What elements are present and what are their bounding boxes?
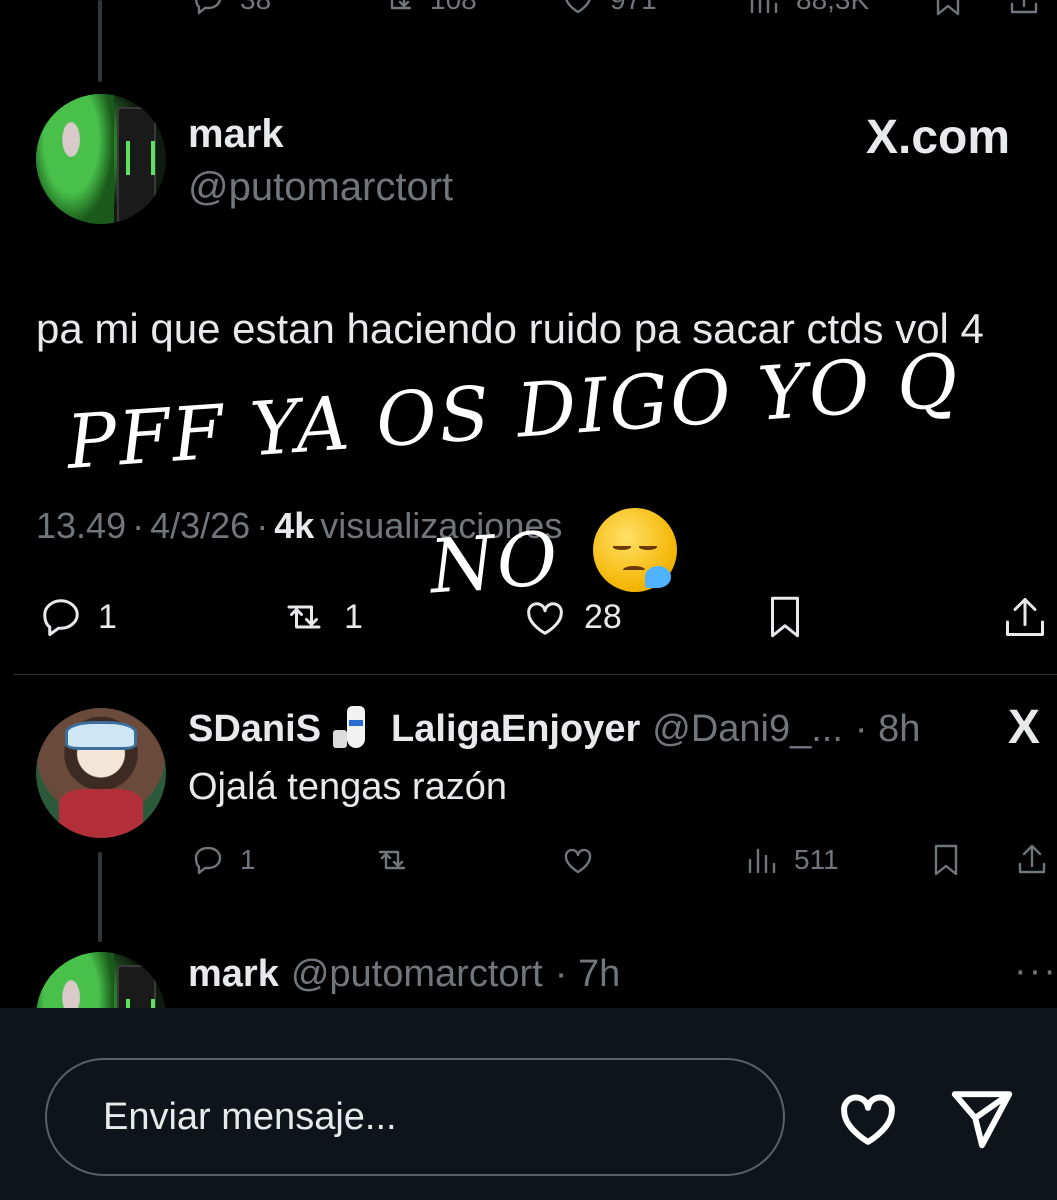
share-icon: [1010, 0, 1038, 14]
repost-count: 1: [344, 597, 363, 636]
bookmark-action[interactable]: [760, 592, 810, 642]
repost-action[interactable]: [372, 840, 412, 880]
repost-action[interactable]: 1: [276, 592, 363, 642]
emoji-mouth: [623, 566, 645, 574]
views-count: 4k: [274, 505, 315, 546]
bookmark-icon: [936, 0, 960, 16]
views-count: 511: [794, 844, 839, 875]
reply-handle[interactable]: @Dani9_...: [652, 708, 843, 751]
share-action[interactable]: [1012, 840, 1052, 880]
next-reply-avatar[interactable]: [36, 952, 166, 1008]
thread-connector-line: [98, 852, 102, 942]
like-count: 971: [610, 0, 657, 16]
share-icon: [1018, 844, 1046, 874]
meta-separator: ·: [256, 505, 269, 546]
like-count: 28: [584, 597, 622, 636]
avatar-art: [36, 94, 114, 224]
heart-icon: [564, 848, 592, 874]
meta-separator: ·: [132, 505, 145, 546]
message-bar: Enviar mensaje...: [0, 1008, 1057, 1200]
views-action[interactable]: 88,3K: [744, 0, 869, 20]
bookmark-icon: [934, 844, 958, 876]
sleepy-face-emoji: [593, 508, 677, 592]
avatar-art: [36, 952, 114, 1008]
reply-time: · 8h: [854, 707, 921, 750]
reply-icon: [194, 0, 221, 15]
next-reply-handle[interactable]: @putomarctort: [291, 953, 543, 996]
views-icon: [748, 848, 776, 874]
heart-icon: [527, 602, 563, 635]
reply-text: Ojalá tengas razón: [188, 766, 507, 808]
emoji-eye: [613, 544, 631, 550]
author-name[interactable]: mark: [188, 112, 284, 157]
bookmark-icon: [771, 596, 799, 638]
like-action[interactable]: 28: [518, 592, 622, 642]
avatar-art: [59, 788, 143, 838]
emoji-snot-bubble: [645, 566, 671, 588]
send-icon: [951, 1091, 1013, 1149]
reply-icon: [43, 599, 79, 636]
like-message-button[interactable]: [834, 1084, 902, 1152]
x-brand-logo: X.com: [866, 111, 1011, 164]
bookmark-action[interactable]: [926, 840, 966, 880]
heart-icon: [565, 0, 591, 14]
views-action[interactable]: 511: [742, 840, 839, 880]
reply-count: 38: [240, 0, 271, 16]
like-action[interactable]: 971: [558, 0, 657, 20]
send-button[interactable]: [948, 1084, 1016, 1152]
reply-action[interactable]: 38: [188, 0, 271, 20]
tweet-time: 13.49: [36, 505, 127, 546]
share-action[interactable]: [1000, 592, 1050, 642]
message-input[interactable]: Enviar mensaje...: [45, 1058, 785, 1176]
like-action[interactable]: [558, 840, 598, 880]
reply-author-name[interactable]: SDaniS: [188, 708, 321, 751]
bookmark-action[interactable]: [928, 0, 968, 20]
next-reply-time: · 7h: [554, 952, 621, 995]
reply-action[interactable]: 1: [36, 592, 117, 642]
energy-can-art: [116, 965, 156, 1008]
repost-icon: [378, 850, 406, 870]
repost-icon: [287, 605, 321, 629]
emoji-eye: [639, 544, 657, 550]
reply-count: 1: [98, 597, 117, 636]
divider: [14, 674, 1057, 675]
heart-icon: [841, 1094, 895, 1145]
sake-icon: [333, 706, 379, 752]
x-logo-icon: X: [1008, 701, 1041, 754]
overlay-caption-line1: PFF YA OS DIGO YO Q: [64, 337, 963, 486]
reply-icon: [194, 846, 222, 875]
reply-header: SDaniS LaligaEnjoyer @Dani9_... · 8h: [188, 704, 920, 754]
reply-name-suffix[interactable]: LaligaEnjoyer: [391, 708, 640, 751]
avatar[interactable]: [36, 94, 166, 224]
repost-icon: [390, 0, 412, 10]
message-input-placeholder: Enviar mensaje...: [103, 1095, 397, 1138]
next-reply-header: mark @putomarctort · 7h: [188, 950, 620, 998]
previous-tweet-actions: 38 108 971 88,3K: [0, 0, 1057, 22]
share-icon: [1006, 598, 1044, 636]
more-options-icon[interactable]: ···: [1014, 950, 1057, 993]
views-count: 88,3K: [796, 0, 869, 16]
thread-connector-line: [98, 0, 102, 82]
reply-action[interactable]: 1: [188, 840, 256, 880]
tweet-date: 4/3/26: [150, 505, 251, 546]
views-icon: [750, 0, 778, 14]
next-reply-author-name[interactable]: mark: [188, 953, 279, 996]
share-action[interactable]: [1004, 0, 1044, 20]
reply-count: 1: [240, 844, 256, 875]
reply-avatar[interactable]: [36, 708, 166, 838]
avatar-art: [64, 721, 138, 750]
shared-post-screenshot: 38 108 971 88,3K mark @putomarctort X.co…: [0, 0, 1057, 1008]
energy-can-art: [116, 107, 156, 224]
repost-action[interactable]: 108: [378, 0, 477, 20]
author-handle[interactable]: @putomarctort: [188, 165, 453, 210]
repost-count: 108: [430, 0, 477, 16]
